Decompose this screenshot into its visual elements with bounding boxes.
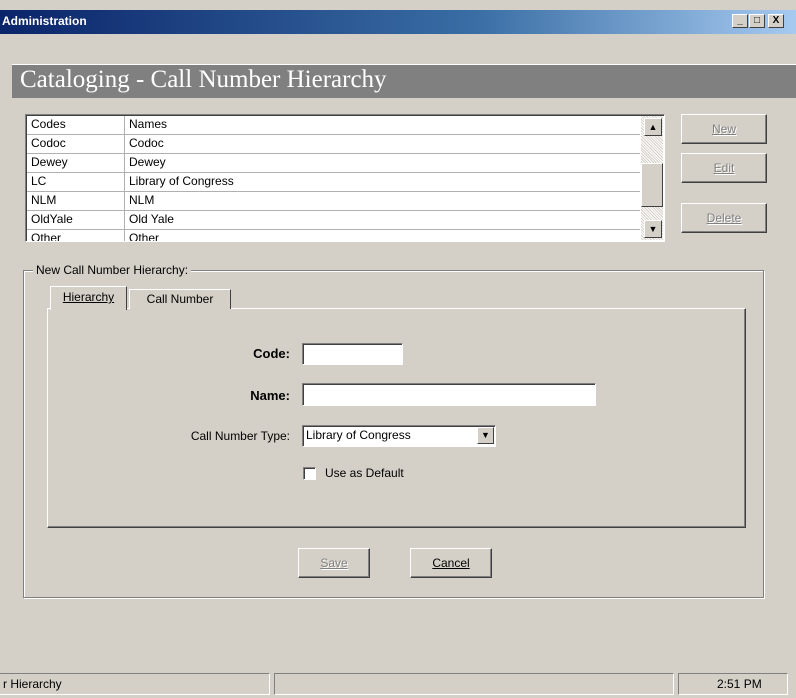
name-label: Name: — [250, 388, 290, 403]
groupbox-label: New Call Number Hierarchy: — [33, 263, 192, 277]
code-input[interactable] — [302, 343, 403, 365]
status-bar: r Hierarchy 2:51 PM — [0, 670, 796, 698]
list-item-code: LC — [31, 174, 47, 188]
list-item-name: Codoc — [129, 136, 164, 150]
hierarchy-list[interactable]: Codes Names Codoc Codoc Dewey Dewey LC L… — [25, 114, 665, 242]
list-item[interactable]: Codoc Codoc — [27, 135, 640, 154]
list-scrollbar[interactable]: ▲ ▼ — [641, 116, 663, 240]
title-bar: Administration _ □ X — [0, 10, 796, 34]
tab-hierarchy[interactable]: Hierarchy — [50, 286, 127, 310]
window-title: Administration — [2, 14, 87, 28]
column-separator — [124, 230, 125, 241]
column-separator — [124, 173, 125, 191]
column-separator — [124, 154, 125, 172]
list-item-code: OldYale — [31, 212, 73, 226]
tab-call-number[interactable]: Call Number — [129, 289, 231, 309]
tab-hierarchy-label: Hierarchy — [62, 290, 115, 304]
list-item-code: Codoc — [31, 136, 66, 150]
new-button[interactable]: New — [681, 114, 767, 144]
column-separator — [124, 211, 125, 229]
page-title: Cataloging - Call Number Hierarchy — [20, 66, 387, 93]
edit-button[interactable]: Edit — [681, 153, 767, 183]
page-heading-banner: Cataloging - Call Number Hierarchy — [12, 64, 796, 98]
column-header-names[interactable]: Names — [129, 116, 167, 133]
list-item-code: Dewey — [31, 155, 68, 169]
tab-panel — [47, 308, 746, 528]
column-separator — [124, 192, 125, 210]
list-item[interactable]: Dewey Dewey — [27, 154, 640, 173]
call-number-type-value: Library of Congress — [306, 428, 411, 442]
scroll-thumb[interactable] — [641, 163, 663, 207]
list-item-name: Old Yale — [129, 212, 174, 226]
list-header: Codes Names — [27, 116, 640, 135]
column-separator — [124, 116, 125, 134]
tab-call-number-label: Call Number — [146, 292, 214, 306]
name-input[interactable] — [302, 383, 596, 406]
status-panel-middle — [274, 673, 674, 695]
scroll-up-button[interactable]: ▲ — [644, 118, 662, 136]
code-label: Code: — [253, 346, 290, 361]
cancel-button[interactable]: Cancel — [410, 548, 492, 578]
scroll-down-button[interactable]: ▼ — [644, 220, 662, 238]
delete-button-label: Delete — [706, 211, 742, 225]
chevron-down-icon[interactable]: ▼ — [477, 427, 494, 444]
list-item[interactable]: OldYale Old Yale — [27, 211, 640, 230]
close-button[interactable]: X — [768, 14, 784, 28]
cancel-button-label: Cancel — [432, 556, 470, 570]
column-separator — [124, 135, 125, 153]
list-item-code: NLM — [31, 193, 57, 207]
new-button-label: New — [711, 122, 736, 136]
status-panel-left: r Hierarchy — [0, 673, 270, 695]
save-button[interactable]: Save — [298, 548, 370, 578]
use-as-default-checkbox[interactable] — [303, 467, 316, 480]
call-number-type-label: Call Number Type: — [190, 429, 290, 443]
delete-button[interactable]: Delete — [681, 203, 767, 233]
save-button-label: Save — [320, 556, 348, 570]
list-item-name: Dewey — [129, 155, 166, 169]
list-item[interactable]: Other Other — [27, 230, 640, 242]
list-item-name: Library of Congress — [129, 174, 234, 188]
list-item-code: Other — [31, 231, 62, 242]
edit-button-label: Edit — [713, 161, 735, 175]
list-item-name: Other — [129, 231, 160, 242]
list-item[interactable]: LC Library of Congress — [27, 173, 640, 192]
minimize-button[interactable]: _ — [732, 14, 748, 28]
use-as-default-label: Use as Default — [325, 466, 404, 480]
list-item-name: NLM — [129, 193, 155, 207]
status-clock: 2:51 PM — [678, 673, 788, 695]
call-number-type-select[interactable]: Library of Congress ▼ — [302, 425, 496, 447]
column-header-codes[interactable]: Codes — [31, 116, 66, 133]
maximize-button[interactable]: □ — [749, 14, 765, 28]
list-item[interactable]: NLM NLM — [27, 192, 640, 211]
